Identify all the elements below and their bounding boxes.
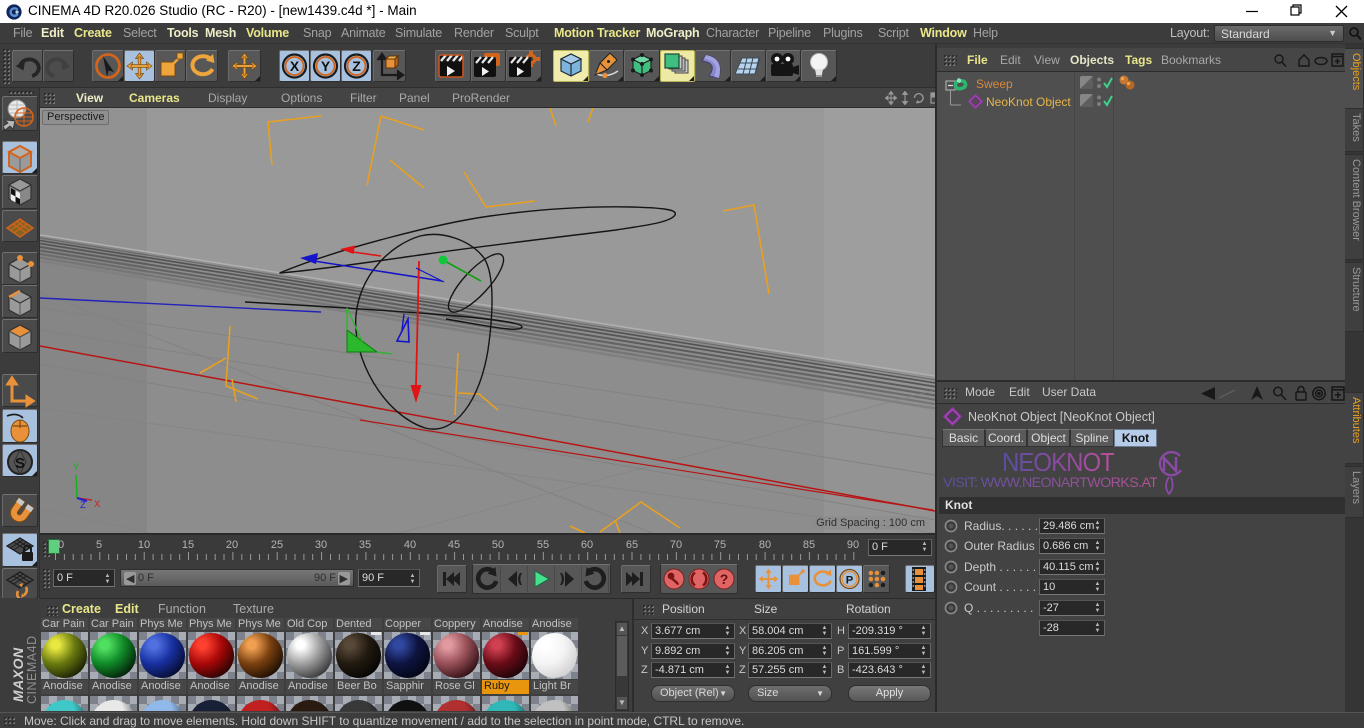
svg-text:Z: Z bbox=[352, 58, 361, 74]
svg-text:X: X bbox=[94, 499, 101, 510]
svg-text:S: S bbox=[15, 455, 25, 472]
svg-text:Z: Z bbox=[80, 500, 86, 511]
svg-text:Y: Y bbox=[321, 58, 331, 74]
svg-text:X: X bbox=[290, 58, 300, 74]
svg-text:Y: Y bbox=[73, 462, 80, 473]
svg-text:?: ? bbox=[720, 571, 729, 587]
svg-text:P: P bbox=[846, 574, 854, 586]
